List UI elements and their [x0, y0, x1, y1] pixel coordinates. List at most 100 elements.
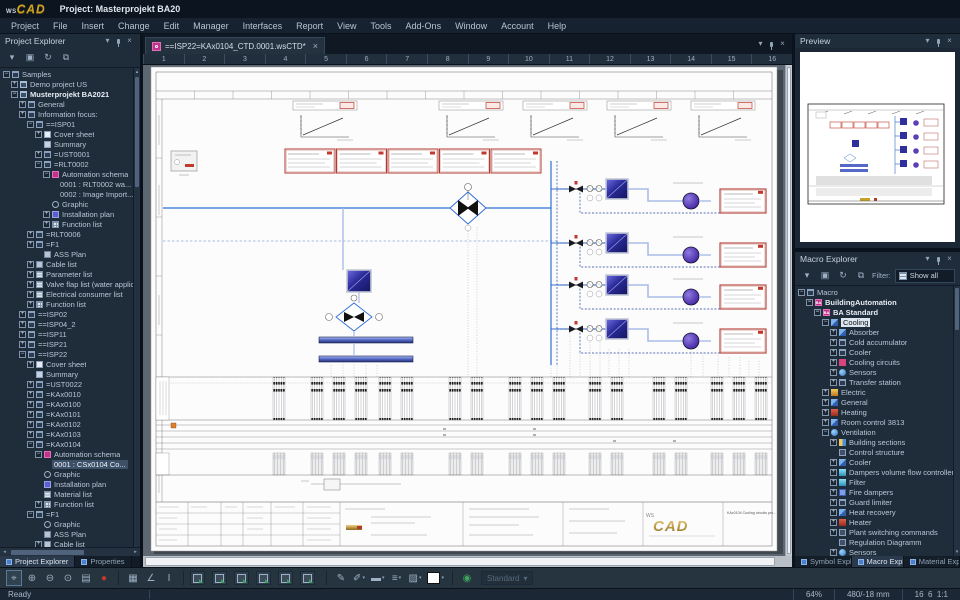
tree-item[interactable]: +General [0, 99, 140, 109]
render-sphere[interactable]: ◉ [459, 570, 475, 586]
tree-expander[interactable]: + [27, 241, 34, 248]
zoom-out[interactable]: ⊖ [42, 570, 58, 586]
preview-thumbnail[interactable] [800, 52, 955, 242]
menu-file[interactable]: File [46, 21, 75, 31]
folder-icon[interactable]: ▣ [23, 51, 37, 65]
tree-expander[interactable]: + [822, 419, 829, 426]
tree-expander[interactable]: + [27, 421, 34, 428]
menu-interfaces[interactable]: Interfaces [236, 21, 290, 31]
menu-help[interactable]: Help [541, 21, 574, 31]
tree-expander[interactable]: + [830, 549, 837, 556]
close-icon[interactable]: × [777, 37, 788, 51]
tree-expander[interactable]: − [43, 171, 50, 178]
tree-expander[interactable]: + [830, 339, 837, 346]
tree-item[interactable]: −=RLT0002 [0, 159, 140, 169]
chevron-down-icon[interactable]: ▾ [922, 34, 933, 48]
tree-expander[interactable]: + [822, 389, 829, 396]
tree-item[interactable]: 0001 : RLT0002 wa... [0, 179, 140, 189]
tree-item[interactable]: +=KAx0100 [0, 399, 140, 409]
tree-expander[interactable]: + [19, 111, 26, 118]
tree-expander[interactable]: + [35, 131, 42, 138]
brush-tool[interactable]: ✐▾ [351, 570, 367, 586]
chevron-down-icon[interactable]: ▾ [922, 252, 933, 266]
tree-expander[interactable]: + [830, 469, 837, 476]
tree-item[interactable]: +Cover sheet [0, 359, 140, 369]
refresh-icon[interactable]: ↻ [836, 269, 850, 283]
pen-tool[interactable]: ✎ [333, 570, 349, 586]
tree-item[interactable]: +=RLT0006 [0, 229, 140, 239]
tree-item[interactable]: +Transfer station [795, 377, 960, 387]
tree-item[interactable]: +==ISP04_2 [0, 319, 140, 329]
filter-input[interactable]: Show all [895, 269, 955, 283]
tree-item[interactable]: +Cable list [0, 539, 140, 547]
tree-item[interactable]: +Sensors [795, 367, 960, 377]
tree-item[interactable]: +=KAx0101 [0, 409, 140, 419]
tree-expander[interactable]: + [830, 359, 837, 366]
tree-expander[interactable]: − [814, 309, 821, 316]
tree-item[interactable]: +Parameter list [0, 269, 140, 279]
select-tool[interactable]: ⌖ [6, 570, 22, 586]
tree-item[interactable]: +Electrical consumer list [0, 289, 140, 299]
tree-item[interactable]: +Heating [795, 407, 960, 417]
text-cursor-tool[interactable]: I [161, 570, 177, 586]
menu-report[interactable]: Report [289, 21, 330, 31]
tree-item[interactable]: +Function list [0, 499, 140, 509]
pin-icon[interactable] [937, 257, 940, 262]
tree-expander[interactable]: − [806, 299, 813, 306]
tree-item[interactable]: Summary [0, 139, 140, 149]
render-red[interactable]: ● [96, 570, 112, 586]
dock-tab-material-explo-[interactable]: Material Explo... [904, 556, 960, 567]
tree-expander[interactable]: + [43, 211, 50, 218]
zoom-page[interactable]: ⊙ [60, 570, 76, 586]
tree-item[interactable]: +Demo project US [0, 79, 140, 89]
tree-item[interactable]: −Macro [795, 287, 960, 297]
snap-grid[interactable]: ▦ [125, 570, 141, 586]
menu-window[interactable]: Window [448, 21, 494, 31]
tree-expander[interactable]: + [27, 291, 34, 298]
mirror-tool[interactable] [234, 571, 249, 585]
line-style[interactable]: ≡▾ [389, 570, 405, 586]
tree-item[interactable]: +Cold accumulator [795, 337, 960, 347]
tree-expander[interactable]: − [35, 161, 42, 168]
tree-item[interactable]: −Automation schema [0, 169, 140, 179]
tree-expander[interactable]: + [830, 499, 837, 506]
tree-item[interactable]: +Room control 3813 [795, 417, 960, 427]
tree-expander[interactable]: + [830, 489, 837, 496]
tree-expander[interactable]: + [27, 411, 34, 418]
tree-expander[interactable]: + [822, 409, 829, 416]
tree-item[interactable]: Summary [0, 369, 140, 379]
tree-item[interactable]: −BABA Standard [795, 307, 960, 317]
tree-item[interactable]: −=F1 [0, 509, 140, 519]
tree-expander[interactable]: + [35, 541, 42, 548]
tree-expander[interactable]: + [19, 311, 26, 318]
tree-item[interactable]: Graphic [0, 519, 140, 529]
tree-expander[interactable]: + [27, 281, 34, 288]
tree-item[interactable]: +Information focus: [0, 109, 140, 119]
close-icon[interactable]: × [124, 34, 135, 48]
tree-item[interactable]: −==ISP22 [0, 349, 140, 359]
tree-item[interactable]: +Sensors [795, 547, 960, 556]
tree-item[interactable]: 0002 : Image Import... [0, 189, 140, 199]
menu-project[interactable]: Project [4, 21, 46, 31]
tree-item[interactable]: +=F1 [0, 239, 140, 249]
document-tab[interactable]: ==ISP22=KAx0104_CTD.0001.wsCTD* × [145, 37, 325, 54]
view-dropdown-icon[interactable]: ▾ [800, 269, 814, 283]
tab-list-icon[interactable]: ▾ [755, 37, 766, 51]
dock-tab-project-explorer[interactable]: Project Explorer [0, 556, 75, 567]
tree-item[interactable]: +Guard limiter [795, 497, 960, 507]
tree-item[interactable]: +Filter [795, 477, 960, 487]
tree-item[interactable]: +Installation plan [0, 209, 140, 219]
close-icon[interactable]: × [944, 34, 955, 48]
tree-expander[interactable]: + [19, 341, 26, 348]
tree-expander[interactable]: + [19, 101, 26, 108]
tree-expander[interactable]: + [43, 221, 50, 228]
tree-item[interactable]: +Valve flap list (water applicat... [0, 279, 140, 289]
canvas-hscrollbar[interactable] [143, 556, 792, 567]
view-dropdown-icon[interactable]: ▾ [5, 51, 19, 65]
tree-item[interactable]: +Cable list [0, 259, 140, 269]
tree-item[interactable]: Material list [0, 489, 140, 499]
tree-item[interactable]: Graphic [0, 469, 140, 479]
tree-item[interactable]: +Heater [795, 517, 960, 527]
tree-expander[interactable]: − [19, 351, 26, 358]
menu-account[interactable]: Account [494, 21, 541, 31]
